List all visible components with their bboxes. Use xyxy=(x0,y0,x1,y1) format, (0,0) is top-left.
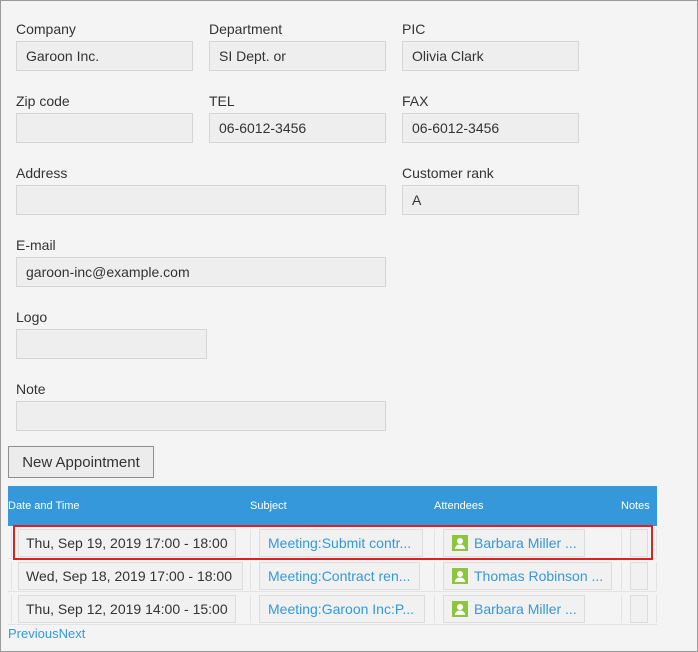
attendee-link[interactable]: Thomas Robinson ... xyxy=(443,562,612,590)
fax-value[interactable]: 06-6012-3456 xyxy=(402,113,579,143)
user-icon xyxy=(452,535,468,551)
address-label: Address xyxy=(16,165,68,181)
email-label: E-mail xyxy=(16,237,56,253)
appointment-subject-link[interactable]: Meeting:Submit contr... xyxy=(259,529,423,557)
address-value[interactable] xyxy=(16,185,386,215)
table-row: Thu, Sep 19, 2019 17:00 - 18:00 Meeting:… xyxy=(8,526,657,559)
appointment-notes xyxy=(630,562,648,590)
pic-value[interactable]: Olivia Clark xyxy=(402,41,579,71)
attendee-link[interactable]: Barbara Miller ... xyxy=(443,595,585,623)
new-appointment-button[interactable]: New Appointment xyxy=(8,446,154,478)
logo-value[interactable] xyxy=(16,329,207,359)
zip-code-value[interactable] xyxy=(16,113,193,143)
appointment-notes xyxy=(630,595,648,623)
attendee-name: Thomas Robinson ... xyxy=(474,568,604,584)
department-value[interactable]: SI Dept. or xyxy=(209,41,386,71)
fax-label: FAX xyxy=(402,93,429,109)
tel-value[interactable]: 06-6012-3456 xyxy=(209,113,386,143)
customer-detail-panel: Company Garoon Inc. Department SI Dept. … xyxy=(0,0,698,652)
zip-code-label: Zip code xyxy=(16,93,70,109)
pic-label: PIC xyxy=(402,21,426,37)
customer-rank-value[interactable]: A xyxy=(402,185,579,215)
appointment-date: Thu, Sep 12, 2019 14:00 - 15:00 xyxy=(18,595,236,623)
column-header-notes[interactable]: Notes xyxy=(621,500,650,512)
tel-label: TEL xyxy=(209,93,235,109)
appointment-subject-link[interactable]: Meeting:Contract ren... xyxy=(259,562,420,590)
column-header-subject[interactable]: Subject xyxy=(250,500,287,512)
column-header-attendees[interactable]: Attendees xyxy=(434,500,484,512)
user-icon xyxy=(452,568,468,584)
appointments-table: Date and Time Subject Attendees Notes Th… xyxy=(8,486,657,625)
company-value[interactable]: Garoon Inc. xyxy=(16,41,193,71)
appointment-date: Thu, Sep 19, 2019 17:00 - 18:00 xyxy=(18,529,236,557)
customer-rank-label: Customer rank xyxy=(402,165,494,181)
attendee-name: Barbara Miller ... xyxy=(474,535,577,551)
note-label: Note xyxy=(16,381,46,397)
pagination: PreviousNext xyxy=(8,626,85,641)
attendee-link[interactable]: Barbara Miller ... xyxy=(443,529,585,557)
appointment-notes xyxy=(630,529,648,557)
email-value[interactable]: garoon-inc@example.com xyxy=(16,257,386,287)
previous-link[interactable]: Previous xyxy=(8,626,59,641)
attendee-name: Barbara Miller ... xyxy=(474,601,577,617)
logo-label: Logo xyxy=(16,309,48,325)
table-header: Date and Time Subject Attendees Notes xyxy=(8,486,657,526)
department-label: Department xyxy=(209,21,283,37)
appointment-date: Wed, Sep 18, 2019 17:00 - 18:00 xyxy=(18,562,243,590)
next-link[interactable]: Next xyxy=(59,626,86,641)
note-value[interactable] xyxy=(16,401,386,431)
table-row: Wed, Sep 18, 2019 17:00 - 18:00 Meeting:… xyxy=(8,559,657,592)
user-icon xyxy=(452,601,468,617)
column-header-date[interactable]: Date and Time xyxy=(8,500,80,512)
table-row: Thu, Sep 12, 2019 14:00 - 15:00 Meeting:… xyxy=(8,592,657,625)
appointment-subject-link[interactable]: Meeting:Garoon Inc:P... xyxy=(259,595,425,623)
company-label: Company xyxy=(16,21,76,37)
